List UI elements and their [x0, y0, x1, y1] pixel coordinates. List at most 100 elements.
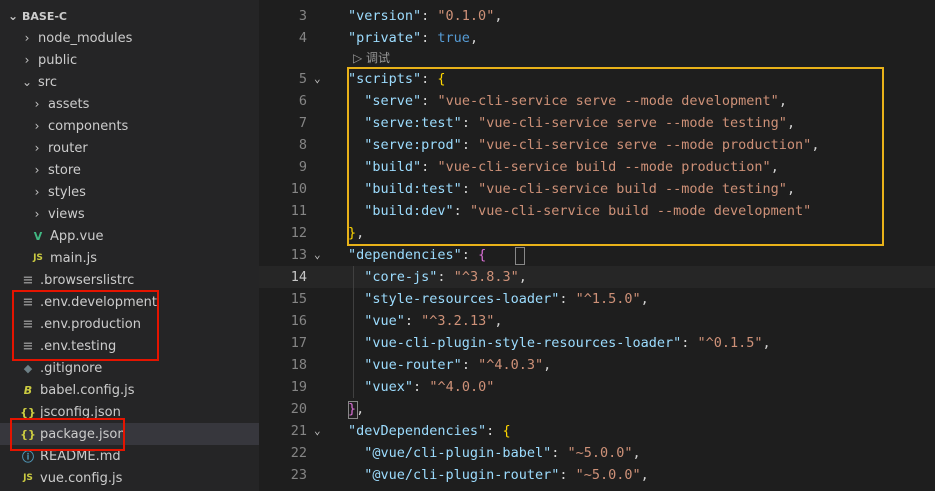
debug-codelens[interactable]: ▷ 调试: [353, 49, 390, 67]
code-line[interactable]: 13 ⌄ "dependencies": {: [259, 244, 935, 266]
line-number: 15: [290, 291, 307, 307]
tree-item-label: main.js: [50, 250, 97, 266]
line-number: 20: [290, 401, 307, 417]
line-number: 14: [290, 269, 307, 285]
code-line[interactable]: 15 "style-resources-loader": "^1.5.0",: [259, 288, 935, 310]
fold-chevron-icon[interactable]: ⌄: [314, 420, 321, 442]
code-line[interactable]: 14 "core-js": "^3.8.3",: [259, 266, 935, 288]
tree-item-label: .browserslistrc: [40, 272, 135, 288]
code-token: "vue": [364, 313, 405, 329]
code-token: :: [559, 467, 576, 483]
bracket-match-close: [348, 401, 358, 419]
code-token: "dependencies": [348, 247, 462, 263]
line-number: 21: [290, 423, 307, 439]
line-number: 17: [290, 335, 307, 351]
tree-item-label: components: [48, 118, 129, 134]
chevron-right-icon: ›: [24, 31, 30, 45]
folder-item[interactable]: › public: [0, 49, 259, 71]
code-text: "private": true,: [348, 27, 478, 49]
chevron-right-icon: ›: [34, 141, 40, 155]
code-token: :: [404, 313, 422, 329]
code-token: "~5.0.0": [575, 467, 641, 483]
code-text: "dependencies": {: [348, 244, 486, 266]
code-token: "vue-cli-plugin-style-resources-loader": [364, 335, 682, 351]
folder-item[interactable]: › node_modules: [0, 27, 259, 49]
package-json-highlight: [10, 418, 125, 451]
code-line[interactable]: 4 "private": true,: [259, 27, 935, 49]
code-token: ,: [518, 269, 527, 285]
file-item[interactable]: JS main.js: [0, 247, 259, 269]
line-number: 16: [290, 313, 307, 329]
folder-item[interactable]: › components: [0, 115, 259, 137]
js-file-icon: JS: [23, 473, 33, 483]
folder-item[interactable]: › styles: [0, 181, 259, 203]
code-token: :: [551, 445, 568, 461]
code-line[interactable]: 19 "vuex": "^4.0.0": [259, 376, 935, 398]
code-line[interactable]: 16 "vue": "^3.2.13",: [259, 310, 935, 332]
line-number: 7: [298, 115, 307, 131]
bracket-match-open: [515, 247, 525, 265]
code-line[interactable]: 3 "version": "0.1.0",: [259, 5, 935, 27]
code-text: "vue-router": "^4.0.3",: [348, 354, 551, 376]
code-token: "version": [348, 8, 422, 24]
code-text: "vuex": "^4.0.0": [348, 376, 494, 398]
line-number: 23: [290, 467, 307, 483]
folder-item[interactable]: › store: [0, 159, 259, 181]
code-line[interactable]: 22 "@vue/cli-plugin-babel": "~5.0.0",: [259, 442, 935, 464]
code-text: "@vue/cli-plugin-router": "~5.0.0",: [348, 464, 649, 486]
line-number: 3: [298, 8, 307, 24]
tree-item-label: store: [48, 162, 81, 178]
root-folder-label: BASE-C: [22, 9, 67, 23]
tree-item-label: node_modules: [38, 30, 133, 46]
code-token: "^0.1.5": [697, 335, 763, 351]
code-text: "version": "0.1.0",: [348, 5, 502, 27]
code-token: :: [681, 335, 698, 351]
file-item[interactable]: ≡ .browserslistrc: [0, 269, 259, 291]
code-line[interactable]: 18 "vue-router": "^4.0.3",: [259, 354, 935, 376]
babel-file-icon: B: [23, 383, 33, 397]
folder-item[interactable]: › assets: [0, 93, 259, 115]
folder-item[interactable]: › router: [0, 137, 259, 159]
line-number: 10: [290, 181, 307, 197]
file-item[interactable]: Bbabel.config.js: [0, 379, 259, 401]
chevron-right-icon: ›: [34, 163, 40, 177]
tree-item-label: assets: [48, 96, 90, 112]
code-editor[interactable]: 3 "version": "0.1.0", 4 "private": true, 5 ⌄ "…: [259, 0, 935, 491]
line-number: 12: [290, 225, 307, 241]
js-file-icon: JS: [33, 253, 43, 263]
line-number: 9: [298, 159, 307, 175]
env-files-highlight: [12, 290, 159, 361]
chevron-right-icon: ›: [34, 97, 40, 111]
config-file-icon: ≡: [22, 272, 34, 288]
tree-item-label: src: [38, 74, 57, 90]
file-item[interactable]: V App.vue: [0, 225, 259, 247]
code-token: "^4.0.0": [429, 379, 495, 395]
code-line[interactable]: 20},: [259, 398, 935, 420]
code-line[interactable]: 17 "vue-cli-plugin-style-resources-loade…: [259, 332, 935, 354]
code-text: "@vue/cli-plugin-babel": "~5.0.0",: [348, 442, 640, 464]
code-line[interactable]: 23 "@vue/cli-plugin-router": "~5.0.0",: [259, 464, 935, 486]
folder-item[interactable]: › views: [0, 203, 259, 225]
code-token: :: [559, 291, 576, 307]
fold-chevron-icon[interactable]: ⌄: [314, 68, 321, 90]
code-token: "@vue/cli-plugin-router": [364, 467, 560, 483]
scripts-highlight-box: [347, 67, 884, 246]
code-line[interactable]: 21 ⌄ "devDependencies": {: [259, 420, 935, 442]
line-number: 11: [290, 203, 307, 219]
code-token: "devDependencies": [348, 423, 487, 439]
file-item[interactable]: JS vue.config.js: [0, 467, 259, 489]
explorer-root-folder[interactable]: ⌄ BASE-C: [0, 5, 259, 27]
code-token: :: [421, 30, 438, 46]
fold-chevron-icon[interactable]: ⌄: [314, 244, 321, 266]
folder-item[interactable]: ⌄ src: [0, 71, 259, 93]
code-token: "~5.0.0": [567, 445, 633, 461]
code-token: "^3.2.13": [421, 313, 495, 329]
code-text: "core-js": "^3.8.3",: [348, 266, 527, 288]
tree-item-label: styles: [48, 184, 86, 200]
chevron-right-icon: ›: [34, 185, 40, 199]
